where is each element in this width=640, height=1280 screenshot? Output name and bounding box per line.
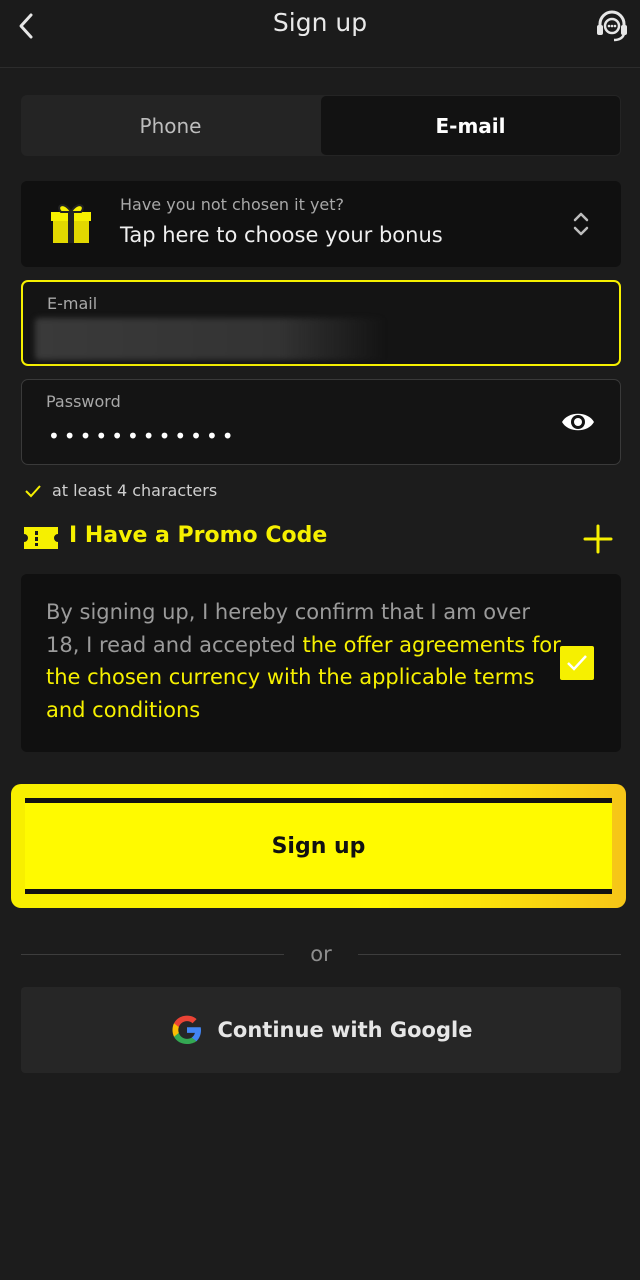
email-field[interactable]: E-mail (21, 280, 621, 366)
eye-icon (562, 413, 594, 431)
terms-checkbox[interactable] (560, 646, 594, 680)
bonus-label: Tap here to choose your bonus (120, 223, 443, 247)
google-button-label: Continue with Google (217, 1018, 473, 1042)
gift-icon (51, 204, 91, 243)
toggle-password-visibility-button[interactable] (560, 406, 596, 438)
password-field-label: Password (46, 392, 121, 411)
page-title: Sign up (272, 8, 368, 37)
check-icon (25, 484, 41, 497)
promo-code-label: I Have a Promo Code (69, 523, 328, 548)
chevron-up-down-icon (573, 212, 589, 236)
terms-panel: By signing up, I hereby confirm that I a… (21, 574, 621, 752)
bonus-selector[interactable]: Have you not chosen it yet? Tap here to … (21, 181, 621, 267)
email-value-redacted (35, 318, 385, 360)
divider-line-right (358, 954, 621, 955)
support-button[interactable] (592, 6, 632, 46)
plus-icon[interactable] (580, 521, 616, 557)
checkmark-icon (567, 655, 587, 671)
signup-method-tabs: Phone E-mail (21, 95, 621, 156)
google-signin-button[interactable]: Continue with Google (21, 987, 621, 1073)
email-field-label: E-mail (47, 294, 98, 313)
signup-button[interactable]: Sign up (25, 798, 612, 894)
top-bar: Sign up (0, 0, 640, 68)
google-logo-icon (172, 1015, 201, 1044)
ticket-icon (24, 527, 58, 549)
terms-text: By signing up, I hereby confirm that I a… (46, 596, 566, 726)
tab-phone[interactable]: Phone (21, 95, 320, 156)
promo-code-toggle[interactable]: I Have a Promo Code (22, 519, 622, 559)
signup-button-frame: Sign up (11, 784, 626, 908)
password-requirement-text: at least 4 characters (52, 481, 218, 500)
headset-support-icon (597, 10, 627, 42)
tab-email[interactable]: E-mail (321, 96, 620, 155)
bonus-hint: Have you not chosen it yet? (120, 195, 345, 214)
password-value: •••••••••••• (48, 424, 238, 448)
or-divider: or (21, 940, 621, 970)
password-field[interactable]: Password •••••••••••• (21, 379, 621, 465)
password-requirement: at least 4 characters (24, 481, 217, 500)
